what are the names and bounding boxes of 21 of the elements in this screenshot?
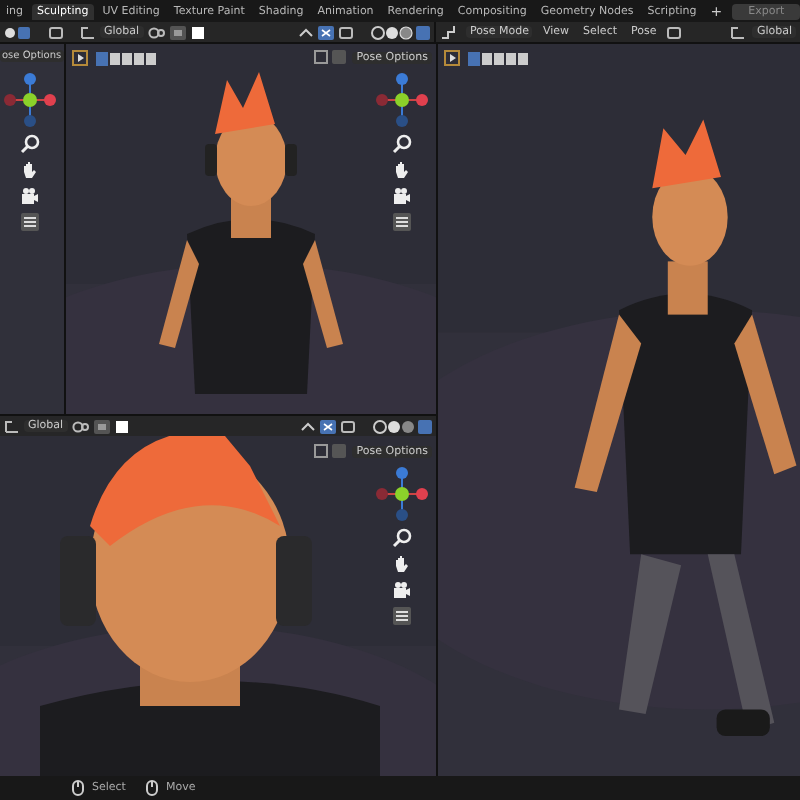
hand-icon[interactable]: [392, 554, 412, 574]
axis-gizmo-icon[interactable]: [4, 72, 56, 128]
camera-icon[interactable]: [20, 186, 40, 206]
shading-icon[interactable]: [4, 25, 32, 39]
mouse-icon: [145, 780, 158, 796]
grid-icon[interactable]: [20, 212, 40, 232]
overlay-icon[interactable]: [320, 419, 336, 433]
transform-orientation-icon: [730, 25, 747, 39]
overlay-icon[interactable]: [318, 25, 334, 39]
transform-orientation-icon: [80, 25, 96, 39]
axis-gizmo-icon[interactable]: [376, 466, 428, 522]
snap-options-icon[interactable]: [314, 444, 347, 458]
grid-icon[interactable]: [392, 606, 412, 626]
hand-icon[interactable]: [20, 160, 40, 180]
transform-orientation-icon: [4, 419, 20, 433]
mouse-icon: [72, 780, 84, 796]
shading-mode-icon[interactable]: [372, 419, 432, 433]
shading-mode-icon[interactable]: [370, 25, 430, 39]
zoom-icon[interactable]: [20, 134, 40, 154]
zoom-icon[interactable]: [392, 528, 412, 548]
camera-icon[interactable]: [392, 580, 412, 600]
